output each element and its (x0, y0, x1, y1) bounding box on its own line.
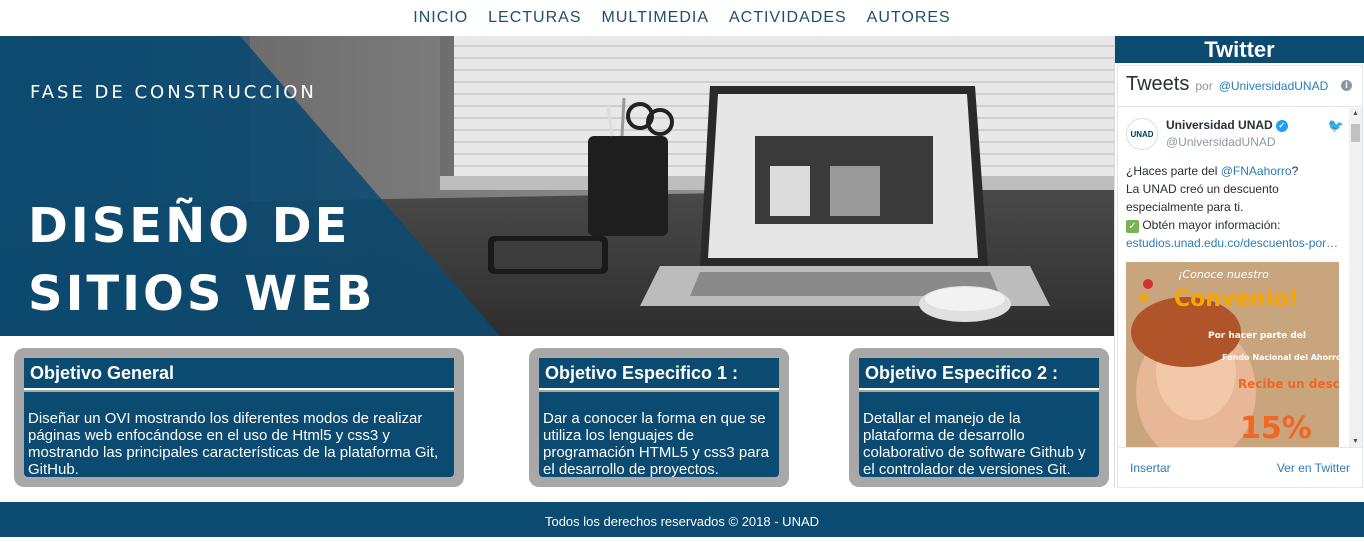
media-text-1: ¡Conoce nuestro (1178, 268, 1269, 281)
card-title: Objetivo Especifico 2 : (859, 358, 1099, 390)
checkmark-icon: ✓ (1126, 220, 1139, 233)
page-footer: Todos los derechos reservados © 2018 - U… (0, 502, 1364, 537)
main-nav: INICIO LECTURAS MULTIMEDIA ACTIVIDADES A… (0, 0, 1364, 36)
tweet-timeline: 🐦 UNAD Universidad UNAD ✓ @UniversidadUNA… (1118, 108, 1350, 448)
twitter-bird-icon[interactable]: 🐦 (1328, 118, 1344, 134)
twitter-scrollbar[interactable]: ▲ ▼ (1349, 108, 1362, 448)
tweet-text-part: ? (1291, 164, 1299, 178)
media-text-2: Convenio! (1174, 287, 1299, 312)
objective-card-specific-2: Objetivo Especifico 2 : Detallar el mane… (849, 348, 1109, 487)
tweet-mention-link[interactable]: @FNAahorro (1221, 164, 1292, 178)
twitter-header: Twitter (1115, 36, 1364, 63)
media-text-5: Recibe un descuento (1238, 377, 1339, 391)
nav-actividades[interactable]: ACTIVIDADES (729, 9, 847, 27)
card-text: Detallar el manejo de la plataforma de d… (859, 392, 1099, 478)
tweet-author-name[interactable]: Universidad UNAD (1166, 118, 1273, 132)
tweet-media-image[interactable]: ¡Conoce nuestro Convenio! Por hacer part… (1126, 262, 1339, 448)
twitter-widget: Tweets por @UniversidadUNAD i 🐦 UNAD Uni… (1117, 65, 1363, 488)
twitter-widget-header: Tweets por @UniversidadUNAD i (1118, 66, 1362, 107)
nav-inicio[interactable]: INICIO (413, 9, 468, 27)
nav-autores[interactable]: AUTORES (867, 9, 951, 27)
tweet-text-part: ¿Haces parte del (1126, 164, 1221, 178)
card-title: Objetivo General (24, 358, 454, 390)
insertar-link[interactable]: Insertar (1130, 461, 1171, 475)
tweet-text: ¿Haces parte del @FNAahorro? La UNAD cre… (1126, 162, 1342, 252)
tweet-author-handle[interactable]: @UniversidadUNAD (1166, 135, 1288, 149)
tweet-media-graphic: ¡Conoce nuestro Convenio! Por hacer part… (1126, 262, 1339, 448)
hero-banner: FASE DE CONSTRUCCION DISEÑO DE SITIOS WE… (0, 36, 1114, 336)
tweets-label: Tweets (1126, 73, 1190, 95)
card-text: Dar a conocer la forma en que se utiliza… (539, 392, 779, 478)
por-label: por (1195, 79, 1213, 93)
hero-title: DISEÑO DE SITIOS WEB (28, 192, 448, 328)
ver-en-twitter-link[interactable]: Ver en Twitter (1277, 461, 1350, 475)
tweet-author[interactable]: UNAD Universidad UNAD ✓ @UniversidadUNAD (1126, 118, 1342, 150)
media-text-6: 15% (1240, 411, 1312, 446)
nav-multimedia[interactable]: MULTIMEDIA (602, 9, 709, 27)
objective-card-general: Objetivo General Diseñar un OVI mostrand… (14, 348, 464, 487)
hero-title-line1: DISEÑO DE (28, 198, 351, 254)
footer-text: Todos los derechos reservados © 2018 - U… (544, 514, 820, 529)
objective-card-specific-1: Objetivo Especifico 1 : Dar a conocer la… (529, 348, 789, 487)
tweet-text-part: Obtén mayor información: (1142, 218, 1281, 232)
card-title: Objetivo Especifico 1 : (539, 358, 779, 390)
tweet-url-link[interactable]: estudios.unad.edu.co/descuentos-por… (1126, 236, 1338, 250)
media-text-4: Fondo Nacional del Ahorro (1222, 353, 1339, 362)
verified-icon: ✓ (1275, 119, 1288, 132)
scroll-up-icon[interactable]: ▲ (1349, 108, 1362, 120)
hero-title-line2: SITIOS WEB (28, 266, 376, 322)
scrollbar-thumb[interactable] (1351, 124, 1360, 142)
twitter-panel: Twitter Tweets por @UniversidadUNAD i 🐦 … (1114, 36, 1364, 488)
info-icon[interactable]: i (1341, 80, 1352, 91)
tweet-text-part: La UNAD creó un descuento especialmente … (1126, 182, 1279, 214)
media-text-3: Por hacer parte del (1208, 331, 1306, 341)
avatar[interactable]: UNAD (1126, 118, 1158, 150)
nav-lecturas[interactable]: LECTURAS (488, 9, 581, 27)
twitter-widget-footer: Insertar Ver en Twitter (1118, 447, 1362, 487)
twitter-handle-link[interactable]: @UniversidadUNAD (1219, 79, 1329, 93)
hero-subtitle: FASE DE CONSTRUCCION (30, 82, 317, 103)
card-text: Diseñar un OVI mostrando los diferentes … (24, 392, 454, 478)
